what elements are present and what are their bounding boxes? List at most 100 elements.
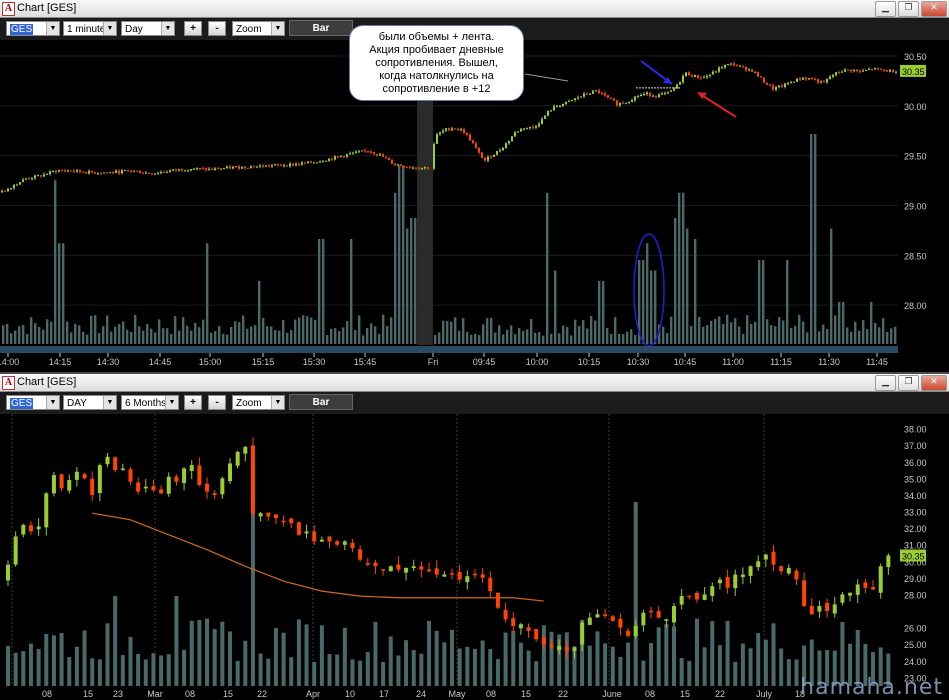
volume-bar [646,243,649,344]
zoom-value: Zoom [236,24,262,35]
candle-body [151,173,153,175]
candle-body [754,71,756,73]
volume-bar [254,325,257,344]
candle-body [465,576,470,583]
volume-bar [42,329,45,344]
minimize-button[interactable]: ▁ [875,1,896,17]
candle-body [361,150,363,152]
candle-body [328,158,330,161]
range-select[interactable]: 6 Months ▼ [121,395,179,410]
volume-bar [886,331,889,344]
chevron-down-icon[interactable]: ▼ [46,396,59,409]
volume-bar [166,328,169,344]
volume-bar [690,325,693,344]
interval-select[interactable]: 1 minute ▼ [63,21,117,36]
chevron-down-icon[interactable]: ▼ [103,396,116,409]
title-bar[interactable]: A Chart [GES] ▁ ❐ ✕ [0,0,949,18]
zoom-out-button[interactable]: - [208,395,226,410]
candle-body [145,172,147,174]
candle-body [604,93,606,96]
candle-body [265,165,267,167]
volume-bar [114,326,117,344]
candle-body [862,70,864,72]
bar-type-button[interactable]: Bar [289,394,353,410]
candle-body [415,167,417,169]
symbol-select[interactable]: GES ▼ [6,395,60,410]
candle-body [355,151,357,153]
volume-bar [170,333,173,344]
volume-bar [365,652,370,686]
chevron-down-icon[interactable]: ▼ [271,396,284,409]
range-select[interactable]: Day ▼ [121,21,175,36]
bar-type-button[interactable]: Bar [289,20,353,36]
volume-bar [390,317,393,344]
volume-bar [649,643,654,686]
candle-body [514,132,516,137]
close-button[interactable]: ✕ [921,375,947,391]
candle-body [418,168,420,170]
interval-select[interactable]: DAY ▼ [63,395,117,410]
zoom-in-button[interactable]: + [184,395,202,410]
volume-bar [358,315,361,344]
candle-body [814,79,816,81]
volume-bar [122,321,125,344]
volume-bar [770,325,773,344]
zoom-select[interactable]: Zoom ▼ [232,21,285,36]
volume-bar [386,326,389,344]
candle-body [394,163,396,165]
candle-body [508,140,510,144]
chevron-down-icon[interactable]: ▼ [103,22,116,35]
candle-body [772,85,774,90]
restore-button[interactable]: ❐ [898,1,919,17]
candle-body [493,154,495,158]
volume-bar [154,332,157,344]
candle-body [835,72,837,76]
candle-body [652,95,654,97]
volume-bar [90,658,95,686]
candle-body [808,77,810,80]
candle-body [266,512,271,517]
volume-bar [296,619,301,686]
candle-body [281,520,286,523]
candle-body [568,100,570,102]
symbol-select[interactable]: GES ▼ [6,21,60,36]
candle-body [577,97,579,99]
close-button[interactable]: ✕ [921,1,947,17]
restore-button[interactable]: ❐ [898,375,919,391]
chevron-down-icon[interactable]: ▼ [165,396,178,409]
candle-body [258,513,263,517]
volume-bar [342,627,347,686]
candle-body [564,646,569,651]
chevron-down-icon[interactable]: ▼ [46,22,59,35]
x-tick-label: 15:15 [252,357,275,367]
volume-bar [174,596,179,686]
zoom-out-button[interactable]: - [208,21,226,36]
candle-body [310,161,312,163]
volume-bar [480,640,485,686]
minimize-button[interactable]: ▁ [875,375,896,391]
candle-body [411,566,416,569]
candle-body [31,178,33,180]
candle-body [100,173,102,175]
volume-bar [834,315,837,344]
candle-body [124,169,126,171]
daily-chart[interactable]: 38.00 37.00 36.00 35.00 34.00 33.00 32.00 31.00… [0,414,949,700]
candle-body [703,77,705,79]
candle-body [445,128,447,131]
candle-body [143,486,148,489]
title-bar[interactable]: A Chart [GES] ▁ ❐ ✕ [0,374,949,392]
volume-bar [514,334,517,344]
zoom-in-button[interactable]: + [184,21,202,36]
chevron-down-icon[interactable]: ▼ [271,22,284,35]
candle-body [796,78,798,82]
x-tick-label: 08 [42,689,52,699]
candle-body [44,493,49,528]
candle-body [292,163,294,166]
candle-body [244,166,246,168]
chevron-down-icon[interactable]: ▼ [161,22,174,35]
x-tick-label: 08 [185,689,195,699]
zoom-select[interactable]: Zoom ▼ [232,395,285,410]
volume-bar [722,324,725,344]
volume-bar [822,324,825,344]
volume-bar [66,321,69,344]
